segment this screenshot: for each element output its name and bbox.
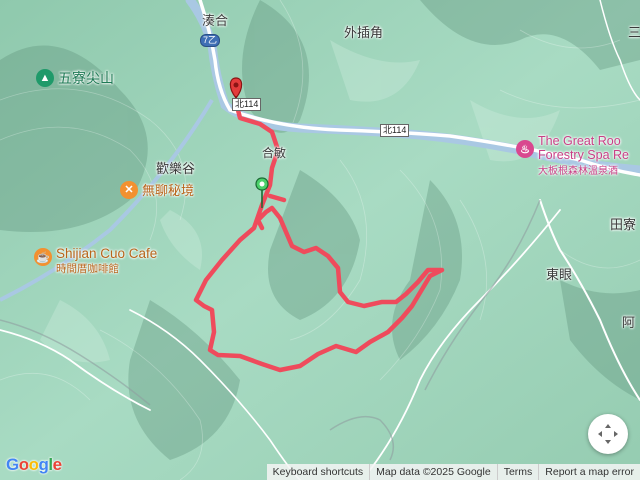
poi-boring[interactable]: ✕ 無聊秘境	[120, 180, 194, 199]
poi-wuliaojian-label: 五寮尖山	[58, 70, 114, 86]
google-logo: Google	[6, 455, 62, 474]
cafe-icon: ☕	[34, 248, 52, 266]
attribution-bar: Keyboard shortcuts Map data ©2025 Google…	[266, 464, 640, 480]
road-shield-7b: 7乙	[200, 34, 221, 47]
move-arrows-icon	[598, 424, 618, 444]
place-label-waichajiao: 外插角	[344, 25, 384, 40]
poi-wuliaojian[interactable]: ▲ 五寮尖山	[36, 68, 114, 88]
poi-great-roots-line1: The Great Roo	[538, 134, 621, 148]
road-shield-north114-a: 北114	[232, 98, 262, 111]
poi-boring-label: 無聊秘境	[142, 183, 195, 198]
keyboard-shortcuts-link[interactable]: Keyboard shortcuts	[267, 464, 369, 480]
poi-shijian-cafe[interactable]: ☕ Shijian Cuo Cafe 時間厝咖啡館	[34, 246, 157, 276]
poi-great-roots-zh: 大板根森林溫泉酒	[538, 166, 618, 177]
place-label-agong: 阿	[622, 315, 636, 330]
pan-control-button[interactable]	[588, 414, 628, 454]
report-error-link[interactable]: Report a map error	[538, 464, 640, 480]
poi-shijian-label-zh: 時間厝咖啡館	[56, 263, 119, 275]
place-label-dongyan: 東眼	[546, 267, 573, 282]
poi-great-roots[interactable]: ♨ The Great Roo Forestry Spa Re 大板根森林溫泉酒	[516, 134, 629, 177]
place-label-couhe: 湊合	[202, 13, 229, 28]
place-label-hemin: 合敏	[262, 146, 287, 160]
road-shield-north114-b: 北114	[380, 124, 410, 137]
terms-link[interactable]: Terms	[496, 464, 539, 480]
place-label-huanlegu: 歡樂谷	[156, 161, 196, 176]
place-label-sanjing: 三	[628, 25, 640, 40]
map-data-text: Map data ©2025 Google	[369, 464, 497, 480]
poi-great-roots-line2: Forestry Spa Re	[538, 148, 630, 162]
place-label-tianliao: 田寮	[610, 217, 637, 232]
mountain-icon: ▲	[36, 69, 54, 87]
poi-shijian-label-en: Shijian Cuo Cafe	[56, 246, 158, 261]
restaurant-icon: ✕	[120, 180, 138, 199]
spa-icon: ♨	[516, 140, 534, 158]
